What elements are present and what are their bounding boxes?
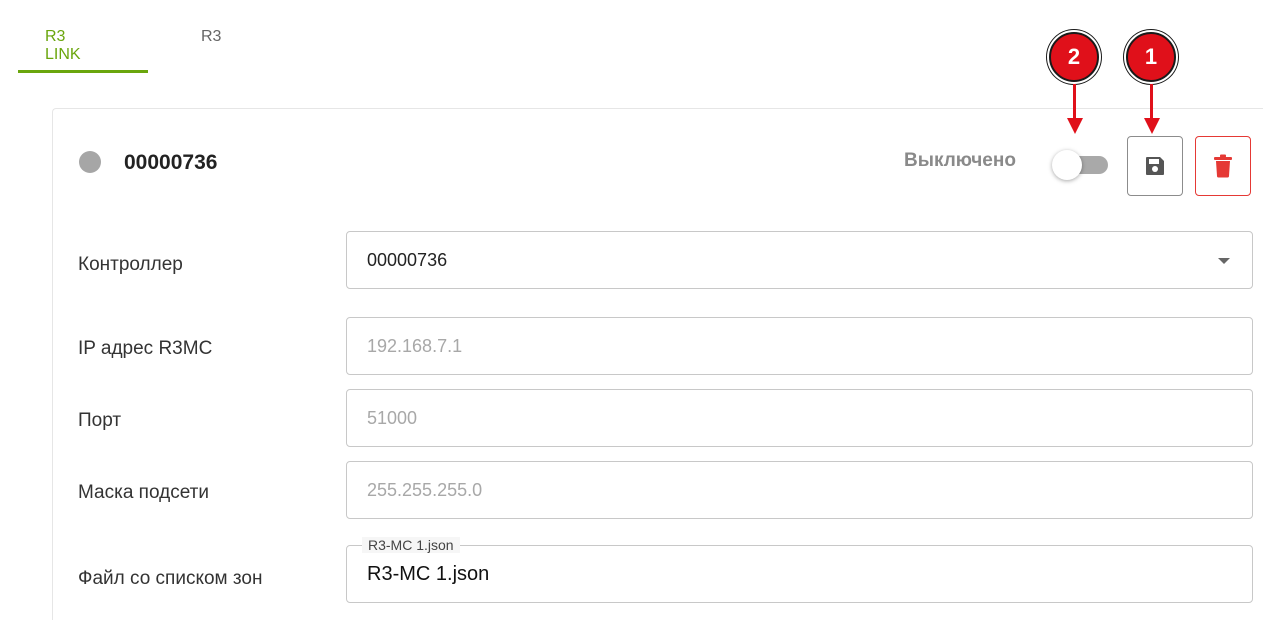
tab-r3[interactable]: R3 bbox=[201, 28, 221, 46]
port-label: Порт bbox=[78, 410, 122, 431]
toggle-knob bbox=[1052, 150, 1082, 180]
callout-2-arrowhead bbox=[1067, 118, 1083, 134]
controller-select-value: 00000736 bbox=[367, 249, 448, 270]
zones-file-label: Файл со списком зон bbox=[78, 568, 263, 589]
delete-button[interactable] bbox=[1195, 136, 1251, 196]
port-placeholder: 51000 bbox=[367, 407, 418, 428]
controller-select[interactable]: 00000736 bbox=[346, 231, 1253, 289]
zones-file-legend: R3-MC 1.json bbox=[362, 537, 460, 553]
tab-r3-link[interactable]: R3 LINK bbox=[45, 28, 81, 64]
caret-down-icon bbox=[1218, 258, 1230, 264]
mask-label: Маска подсети bbox=[78, 482, 209, 503]
trash-icon bbox=[1214, 154, 1232, 178]
callout-1: 1 bbox=[1126, 32, 1176, 82]
enable-toggle[interactable] bbox=[1046, 150, 1112, 180]
zones-file-value: R3-MC 1.json bbox=[367, 562, 490, 585]
callout-1-arrowhead bbox=[1144, 118, 1160, 134]
callout-2: 2 bbox=[1049, 32, 1099, 82]
mask-placeholder: 255.255.255.0 bbox=[367, 479, 483, 500]
mask-input[interactable]: 255.255.255.0 bbox=[346, 461, 1253, 519]
callout-1-arrow bbox=[1150, 84, 1153, 122]
toggle-label: Выключено bbox=[904, 150, 1016, 171]
floppy-disk-icon bbox=[1146, 157, 1164, 175]
ip-placeholder: 192.168.7.1 bbox=[367, 335, 463, 356]
controller-label: Контроллер bbox=[78, 254, 183, 275]
page: R3 LINK R3 00000736 Выключено 2 1 Контро… bbox=[0, 0, 1263, 620]
ip-input[interactable]: 192.168.7.1 bbox=[346, 317, 1253, 375]
port-input[interactable]: 51000 bbox=[346, 389, 1253, 447]
active-tab-indicator bbox=[18, 70, 148, 73]
ip-label: IP адрес R3MC bbox=[78, 338, 213, 359]
save-button[interactable] bbox=[1127, 136, 1183, 196]
card-title: 00000736 bbox=[124, 151, 218, 174]
status-indicator bbox=[79, 151, 101, 173]
zones-file-input[interactable]: R3-MC 1.json bbox=[346, 545, 1253, 603]
callout-2-arrow bbox=[1073, 84, 1076, 122]
